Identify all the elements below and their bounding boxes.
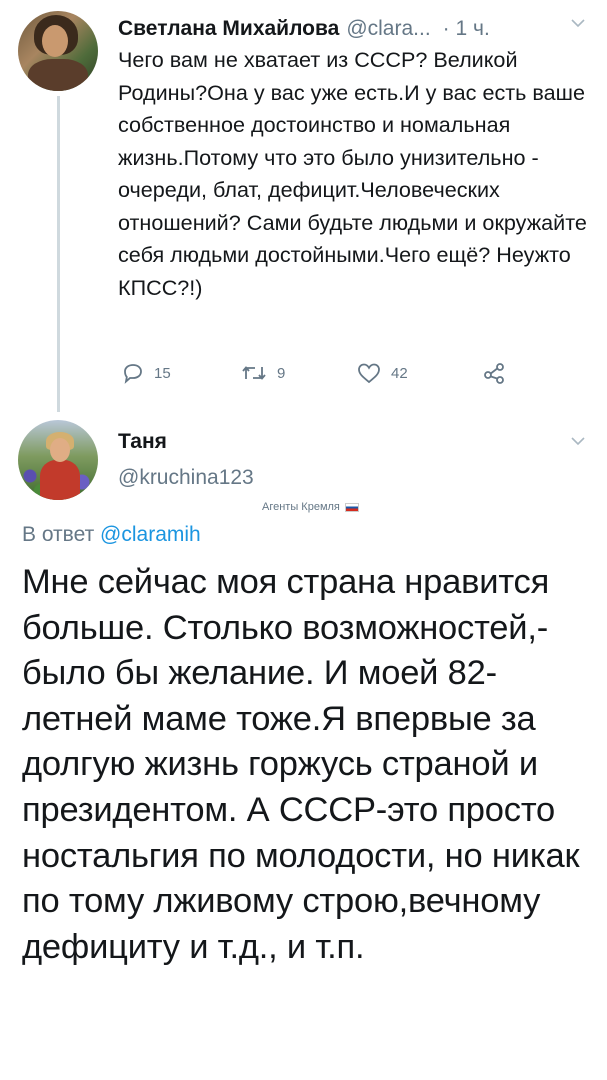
reply-icon: [124, 364, 142, 384]
author-name[interactable]: Таня: [118, 428, 167, 456]
avatar-body: [28, 59, 88, 91]
share-icon: [484, 363, 504, 384]
reply-button[interactable]: 15: [121, 358, 171, 388]
retweet-icon: [242, 366, 266, 380]
chevron-down-icon[interactable]: [570, 434, 586, 452]
agent-label: Агенты Кремля: [262, 500, 359, 514]
share-button[interactable]: [482, 358, 508, 388]
avatar-face: [42, 25, 68, 57]
avatar[interactable]: [18, 420, 98, 500]
timestamp[interactable]: · 1 ч.: [443, 17, 490, 40]
retweet-count: 9: [277, 364, 286, 382]
avatar[interactable]: [18, 11, 98, 91]
author-handle[interactable]: @kruchina123: [118, 464, 254, 492]
avatar-body: [40, 460, 80, 500]
avatar-face: [50, 438, 70, 462]
chevron-down-icon[interactable]: [570, 16, 586, 34]
like-count: 42: [391, 364, 408, 382]
retweet-button[interactable]: 9: [240, 358, 285, 388]
author-name[interactable]: Светлана Михайлова: [118, 17, 339, 40]
tweet-actions: 15 9 42: [0, 358, 607, 388]
agent-label-text: Агенты Кремля: [262, 501, 340, 513]
tweet-text: Мне сейчас моя страна нравится больше. С…: [22, 563, 580, 966]
reply-prefix: В ответ: [22, 523, 95, 546]
russia-flag-icon: [344, 502, 359, 512]
reply-to: В ответ @claramih: [22, 521, 201, 549]
reply-handle-link[interactable]: @claramih: [100, 523, 201, 546]
reply-count: 15: [154, 364, 171, 382]
like-button[interactable]: 42: [356, 358, 408, 388]
tweet-text: Чего вам не хватает из СССР? Великой Род…: [118, 47, 587, 300]
author-handle[interactable]: @clara...: [346, 17, 430, 40]
like-icon: [358, 363, 380, 384]
tweet-header: Светлана Михайлова @clara... · 1 ч.: [118, 13, 490, 45]
